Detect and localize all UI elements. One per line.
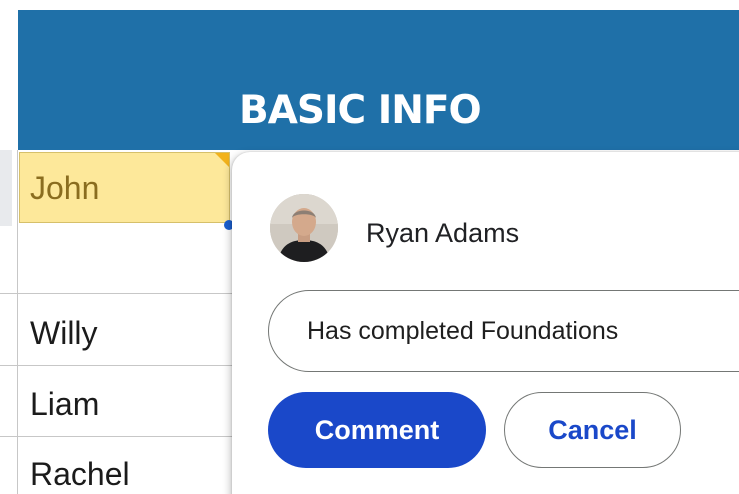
column-divider [17,150,18,494]
comment-input[interactable]: Has completed Foundations [268,290,739,372]
user-avatar-icon [270,194,338,262]
table-cell[interactable]: Rachel [30,454,130,494]
row-divider [0,365,232,366]
table-cell[interactable]: Liam [30,384,99,424]
table-cell[interactable]: Willy [30,313,98,353]
comment-author-name: Ryan Adams [366,218,520,248]
section-header-title: BASIC INFO [239,88,482,133]
cancel-button[interactable]: Cancel [504,392,681,468]
avatar [270,194,338,262]
comment-input-value: Has completed Foundations [307,317,619,345]
comment-indicator-icon [215,153,229,167]
spreadsheet-view: BASIC INFO John Willy Liam Rachel Ryan A… [0,0,739,494]
row-header-strip[interactable] [0,150,12,226]
cell-text: John [30,170,100,206]
selected-cell[interactable]: John [19,152,230,223]
row-divider [0,436,232,437]
row-divider [0,293,232,294]
comment-button[interactable]: Comment [268,392,486,468]
